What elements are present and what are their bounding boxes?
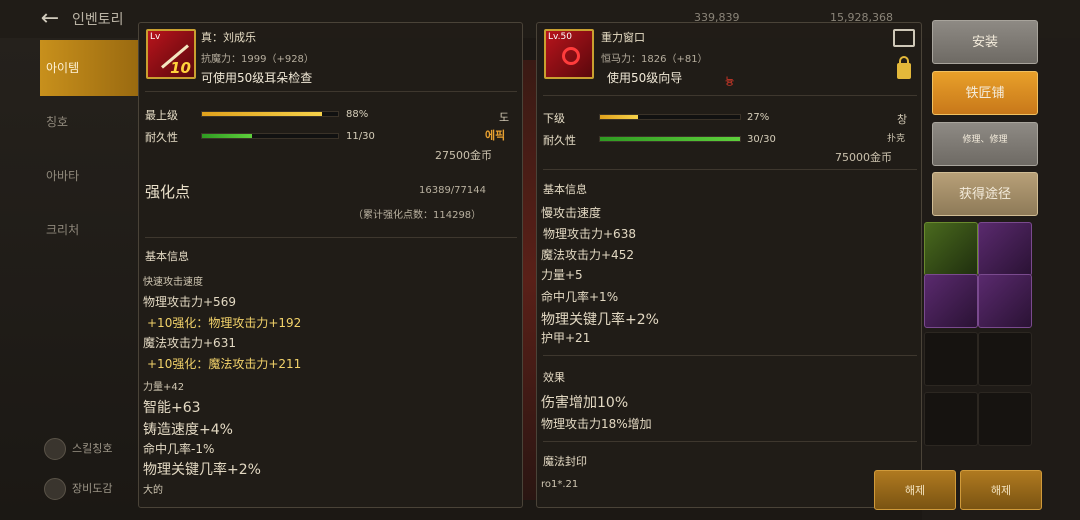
stat-line: 铸造速度+4% bbox=[143, 422, 233, 438]
stat-line: 魔法攻击力+452 bbox=[541, 248, 634, 262]
stat-line: 物理攻击力+569 bbox=[143, 295, 236, 309]
divider bbox=[145, 237, 517, 238]
enhance-value: 16389/77144 bbox=[419, 185, 486, 196]
book-icon bbox=[44, 478, 66, 500]
stat-line: 命中几率+1% bbox=[541, 290, 619, 304]
install-button[interactable]: 安装 bbox=[932, 20, 1038, 64]
basic-info-title: 基本信息 bbox=[145, 250, 189, 263]
divider bbox=[543, 355, 917, 356]
tab-items[interactable]: 아이템 bbox=[40, 40, 138, 96]
divider bbox=[543, 169, 917, 170]
tab-creature[interactable]: 크리처 bbox=[40, 202, 138, 258]
inventory-slot[interactable] bbox=[978, 332, 1032, 386]
inventory-slot[interactable] bbox=[924, 332, 978, 386]
stat-line: 大的 bbox=[143, 485, 163, 496]
level-value: 27% bbox=[747, 112, 770, 123]
divider bbox=[145, 91, 517, 92]
stat-line: 护甲+21 bbox=[541, 331, 591, 345]
item-price: 75000金币 bbox=[835, 151, 892, 164]
basic-info-title: 基本信息 bbox=[543, 183, 587, 196]
item-icon-sword: Lv 10 bbox=[146, 29, 196, 79]
page-title: 인벤토리 bbox=[72, 12, 124, 28]
equipment-book-button[interactable]: 장비도감 bbox=[44, 478, 112, 500]
durability-value: 30/30 bbox=[747, 134, 776, 145]
item-name: 真：刘成乐 bbox=[201, 31, 256, 44]
stat-line: 物理关键几率+2% bbox=[143, 462, 261, 478]
item-tooltip-equipped: Lv 10 真：刘成乐 抗魔力：1999（+928） 可使用50级耳朵检查 最上… bbox=[138, 22, 523, 508]
durability-label: 耐久性 bbox=[145, 131, 178, 144]
stat-line: 力量+5 bbox=[541, 268, 583, 282]
durability-bar bbox=[599, 136, 741, 142]
stat-line: 物理攻击力+638 bbox=[543, 227, 636, 241]
share-icon[interactable] bbox=[893, 29, 915, 47]
magic-seal-line: ro1*.21 bbox=[541, 479, 579, 490]
level-bar bbox=[201, 111, 339, 117]
item-usage: 使用50级向导 bbox=[607, 71, 683, 85]
divider bbox=[543, 95, 917, 96]
stat-line-enhance: +10强化：物理攻击力+192 bbox=[147, 316, 302, 330]
item-resist: 恒马力：1826（+81） bbox=[601, 54, 708, 65]
repair-button[interactable]: 修理、修理 bbox=[932, 122, 1038, 166]
stat-line: 快速攻击速度 bbox=[143, 277, 203, 288]
enhance-total: （累计强化点数：114298） bbox=[353, 210, 482, 221]
item-tooltip-compare: Lv.50 重力窗口 恒马力：1826（+81） 使用50级向导 늉 下级 27… bbox=[536, 22, 922, 508]
stat-line: 物理关键几率+2% bbox=[541, 312, 659, 328]
skill-icon bbox=[44, 438, 66, 460]
usage-warning: 늉 bbox=[725, 77, 735, 88]
grade-type: 창 bbox=[897, 113, 908, 126]
inventory-slot[interactable] bbox=[978, 392, 1032, 446]
inventory-slot[interactable] bbox=[978, 274, 1032, 328]
item-price: 27500金币 bbox=[435, 149, 492, 162]
item-resist: 抗魔力：1999（+928） bbox=[201, 54, 314, 65]
divider bbox=[543, 441, 917, 442]
inventory-slot[interactable] bbox=[924, 222, 978, 276]
obtain-route-button[interactable]: 获得途径 bbox=[932, 172, 1038, 216]
stat-line: 慢攻击速度 bbox=[541, 206, 602, 220]
grade-type: 도 bbox=[499, 111, 510, 124]
bottom-action-button-1[interactable]: 해제 bbox=[874, 470, 956, 510]
level-label: 下级 bbox=[543, 112, 565, 125]
stat-line: 智能+63 bbox=[143, 400, 201, 416]
effect-title: 效果 bbox=[543, 371, 565, 384]
arrow-left-icon[interactable]: ← bbox=[36, 6, 64, 32]
level-bar bbox=[599, 114, 741, 120]
inventory-slot[interactable] bbox=[978, 222, 1032, 276]
effect-line: 伤害增加10% bbox=[541, 395, 629, 411]
inventory-slot[interactable] bbox=[924, 274, 978, 328]
durability-label: 耐久性 bbox=[543, 134, 576, 147]
stat-line: 力量+42 bbox=[143, 382, 185, 393]
durability-bar bbox=[201, 133, 339, 139]
tab-avatar[interactable]: 아바타 bbox=[40, 148, 138, 204]
rarity-label: 扑克 bbox=[887, 134, 906, 144]
stat-line: 魔法攻击力+631 bbox=[143, 336, 236, 350]
inventory-slot[interactable] bbox=[924, 392, 978, 446]
durability-value: 11/30 bbox=[346, 131, 375, 142]
level-value: 88% bbox=[346, 109, 369, 120]
magic-seal-title: 魔法封印 bbox=[543, 455, 587, 468]
blacksmith-button[interactable]: 铁匠铺 bbox=[932, 71, 1038, 115]
tab-titles[interactable]: 칭호 bbox=[40, 94, 138, 150]
bottom-action-button-2[interactable]: 해제 bbox=[960, 470, 1042, 510]
item-usage: 可使用50级耳朵检查 bbox=[201, 71, 313, 85]
skill-title-button[interactable]: 스킬칭호 bbox=[44, 438, 112, 460]
no-entry-icon bbox=[562, 47, 580, 65]
stat-line: 命中几率-1% bbox=[143, 442, 215, 456]
enhance-label: 强化点 bbox=[145, 183, 191, 201]
level-label: 最上级 bbox=[145, 109, 178, 122]
item-name: 重力窗口 bbox=[601, 31, 645, 44]
rarity-label: 에픽 bbox=[485, 129, 506, 142]
item-icon-weapon: Lv.50 bbox=[544, 29, 594, 79]
lock-icon[interactable] bbox=[897, 56, 911, 79]
effect-line: 物理攻击力18%增加 bbox=[541, 417, 652, 431]
stat-line-enhance: +10强化：魔法攻击力+211 bbox=[147, 357, 302, 371]
